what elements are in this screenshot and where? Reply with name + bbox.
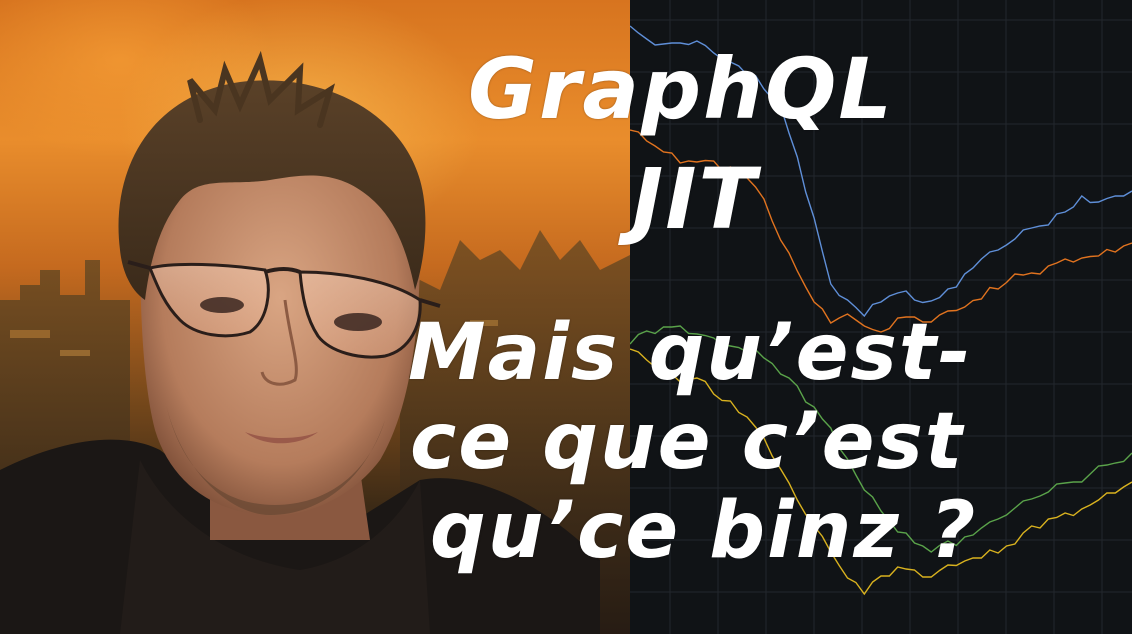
video-thumbnail: GraphQL JIT Mais qu’est- ce que c’est qu… xyxy=(0,0,1132,634)
title-line-4: ce que c’est xyxy=(410,397,965,487)
title-line-1: GraphQL xyxy=(468,40,894,138)
title-line-5: qu’ce binz ? xyxy=(430,486,978,576)
title-line-2: JIT xyxy=(632,150,758,248)
title-line-3: Mais qu’est- xyxy=(408,308,973,398)
